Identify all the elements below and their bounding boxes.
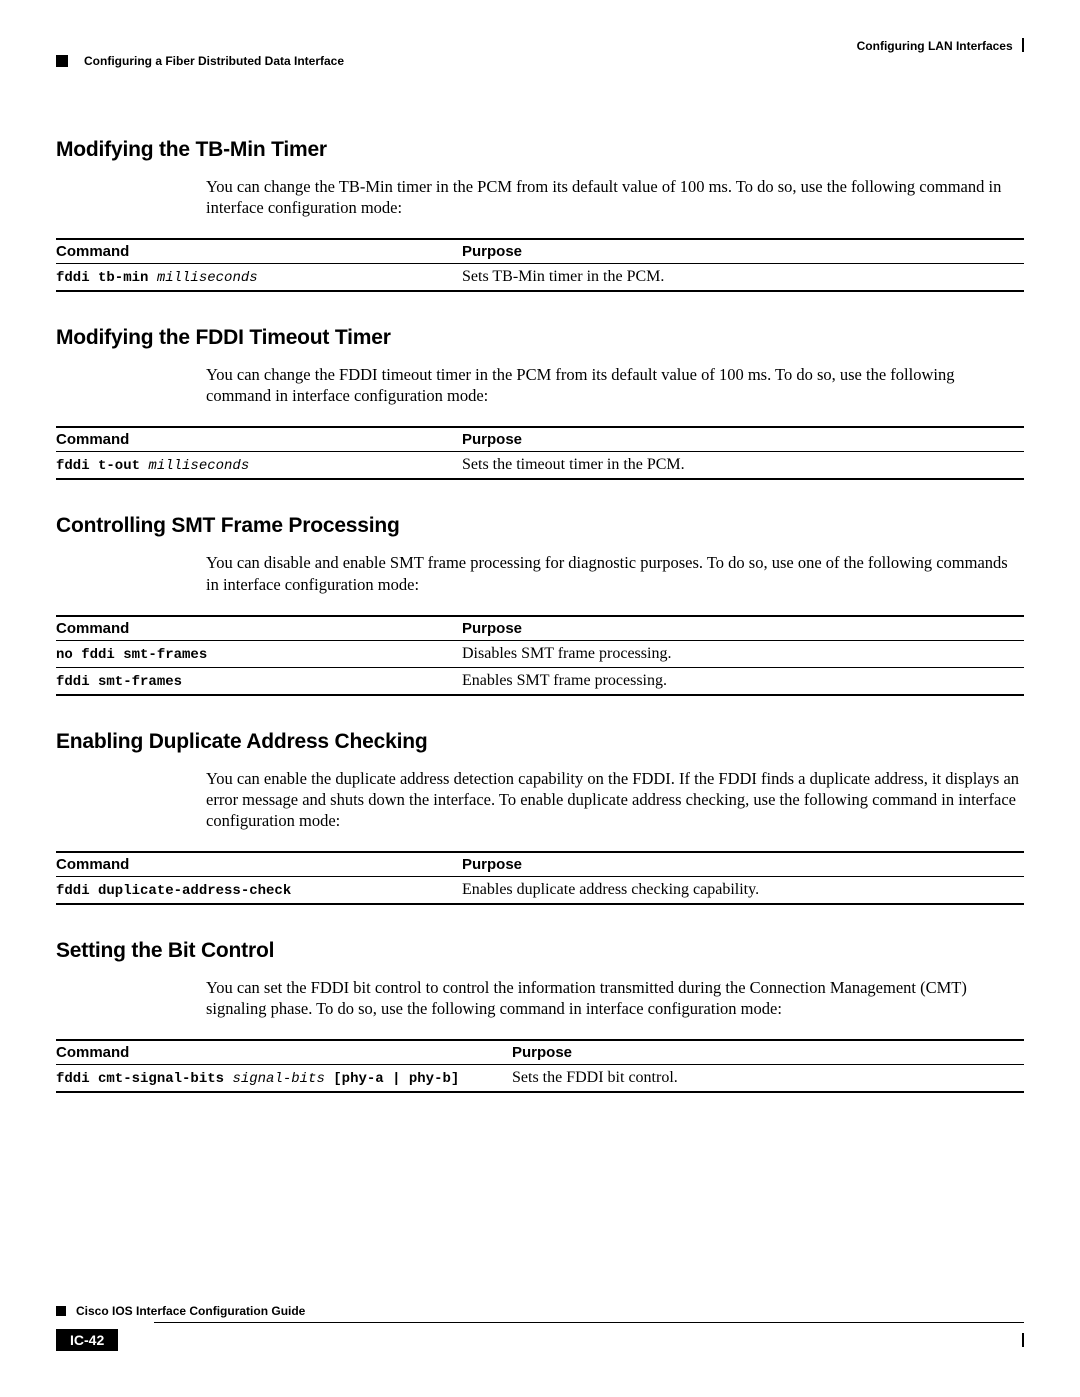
table-row: fddi smt-frames Enables SMT frame process… [56,667,1024,695]
th-purpose: Purpose [512,1040,1024,1065]
purpose-cell: Sets TB-Min timer in the PCM. [462,264,1024,292]
th-purpose: Purpose [462,239,1024,264]
purpose-cell: Sets the FDDI bit control. [512,1065,1024,1093]
command-bold: fddi duplicate-address-check [56,883,291,899]
page: Configuring LAN Interfaces Configuring a… [0,0,1080,1397]
command-text: fddi tb-min milliseconds [56,270,258,286]
purpose-cell: Disables SMT frame processing. [462,640,1024,667]
running-header-left: Configuring a Fiber Distributed Data Int… [56,54,1024,68]
command-cell: fddi duplicate-address-check [56,876,462,904]
th-command: Command [56,1040,512,1065]
command-cell: fddi t-out milliseconds [56,452,462,480]
section-paragraph: You can disable and enable SMT frame pro… [206,552,1022,594]
th-command: Command [56,852,462,877]
command-bold: fddi tb-min [56,270,157,286]
content-body: Modifying the TB-Min Timer You can change… [56,138,1024,1093]
table-row: no fddi smt-frames Disables SMT frame pro… [56,640,1024,667]
section-heading: Modifying the FDDI Timeout Timer [56,326,1024,350]
command-italic-arg: milliseconds [157,270,258,286]
th-purpose: Purpose [462,852,1024,877]
table-row: fddi tb-min milliseconds Sets TB-Min time… [56,264,1024,292]
command-bold: fddi t-out [56,458,148,474]
command-bold: fddi smt-frames [56,674,182,690]
purpose-cell: Enables duplicate address checking capab… [462,876,1024,904]
section-heading: Setting the Bit Control [56,939,1024,963]
command-text: no fddi smt-frames [56,647,207,663]
command-text: fddi t-out milliseconds [56,458,249,474]
running-header-text: Configuring LAN Interfaces [857,39,1013,53]
section-block: Modifying the FDDI Timeout Timer You can … [56,326,1024,480]
header-right-tick-icon [1022,38,1024,52]
command-italic-arg: signal-bits [232,1071,324,1087]
footer-rule-line [154,1322,1024,1323]
section-block: Modifying the TB-Min Timer You can change… [56,138,1024,292]
command-cell: no fddi smt-frames [56,640,462,667]
page-footer: Cisco IOS Interface Configuration Guide … [56,1304,1024,1351]
command-cell: fddi cmt-signal-bits signal-bits [phy-a … [56,1065,512,1093]
command-text: fddi duplicate-address-check [56,883,291,899]
command-trailing: [phy-a | phy-b] [325,1071,459,1087]
footer-square-icon [56,1306,66,1316]
section-paragraph: You can set the FDDI bit control to cont… [206,977,1022,1019]
table-row: fddi cmt-signal-bits signal-bits [phy-a … [56,1065,1024,1093]
command-table: CommandPurpose fddi tb-min milliseconds Se… [56,238,1024,292]
command-bold: fddi cmt-signal-bits [56,1071,232,1087]
th-command: Command [56,616,462,641]
purpose-cell: Sets the timeout timer in the PCM. [462,452,1024,480]
running-header-right: Configuring LAN Interfaces [857,38,1024,53]
section-block: Enabling Duplicate Address Checking You c… [56,730,1024,905]
th-purpose: Purpose [462,616,1024,641]
section-heading: Controlling SMT Frame Processing [56,514,1024,538]
section-heading: Enabling Duplicate Address Checking [56,730,1024,754]
section-paragraph: You can enable the duplicate address det… [206,768,1022,831]
command-bold: no fddi smt-frames [56,647,207,663]
square-bullet-icon [56,55,68,67]
page-number-badge: IC-42 [56,1329,118,1351]
section-block: Controlling SMT Frame Processing You can … [56,514,1024,695]
th-command: Command [56,239,462,264]
command-cell: fddi smt-frames [56,667,462,695]
section-paragraph: You can change the FDDI timeout timer in… [206,364,1022,406]
table-row: fddi duplicate-address-check Enables dupl… [56,876,1024,904]
footer-guide-title: Cisco IOS Interface Configuration Guide [76,1304,305,1318]
command-table: CommandPurposefddi duplicate-address-che… [56,851,1024,905]
command-table: CommandPurpose fddi cmt-signal-bits signa… [56,1039,1024,1093]
purpose-cell: Enables SMT frame processing. [462,667,1024,695]
command-text: fddi cmt-signal-bits signal-bits [phy-a … [56,1071,459,1087]
footer-right-tick-icon [1022,1333,1024,1347]
command-cell: fddi tb-min milliseconds [56,264,462,292]
command-text: fddi smt-frames [56,674,182,690]
breadcrumb-text: Configuring a Fiber Distributed Data Int… [84,54,344,68]
th-command: Command [56,427,462,452]
table-row: fddi t-out milliseconds Sets the timeout … [56,452,1024,480]
th-purpose: Purpose [462,427,1024,452]
command-italic-arg: milliseconds [148,458,249,474]
section-heading: Modifying the TB-Min Timer [56,138,1024,162]
command-table: CommandPurpose no fddi smt-frames Disables… [56,615,1024,696]
command-table: CommandPurpose fddi t-out milliseconds Set… [56,426,1024,480]
section-block: Setting the Bit Control You can set the F… [56,939,1024,1093]
section-paragraph: You can change the TB-Min timer in the P… [206,176,1022,218]
